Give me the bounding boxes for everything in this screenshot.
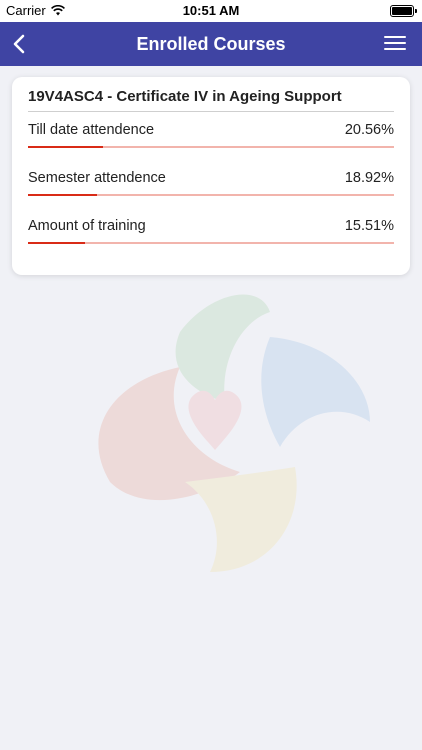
course-card[interactable]: 19V4ASC4 - Certificate IV in Ageing Supp… bbox=[12, 77, 410, 275]
hamburger-icon-line bbox=[384, 36, 406, 38]
status-bar: Carrier 10:51 AM bbox=[0, 0, 422, 22]
stat-value: 18.92% bbox=[344, 170, 394, 186]
hamburger-icon-line bbox=[384, 42, 406, 44]
progress-track bbox=[28, 146, 394, 148]
stat-row-semester: Semester attendence 18.92% bbox=[28, 170, 394, 210]
stat-value: 15.51% bbox=[344, 218, 394, 234]
progress-track bbox=[28, 242, 394, 244]
progress-fill bbox=[28, 146, 104, 148]
logo-watermark bbox=[98, 294, 370, 572]
stat-label: Till date attendence bbox=[28, 122, 155, 138]
progress-track bbox=[28, 194, 394, 196]
status-time: 10:51 AM bbox=[182, 3, 240, 18]
progress-fill bbox=[28, 242, 85, 244]
stat-row-training: Amount of training 15.51% bbox=[28, 218, 394, 258]
battery-icon bbox=[390, 5, 417, 17]
hamburger-icon-line bbox=[384, 48, 406, 50]
menu-button[interactable] bbox=[384, 36, 406, 52]
page-title: Enrolled Courses bbox=[136, 34, 286, 54]
back-button[interactable] bbox=[6, 30, 34, 58]
chevron-left-icon bbox=[13, 34, 25, 54]
stat-row-till-date: Till date attendence 20.56% bbox=[28, 122, 394, 162]
stat-label: Semester attendence bbox=[28, 170, 166, 186]
stat-label: Amount of training bbox=[28, 218, 146, 234]
stat-value: 20.56% bbox=[344, 122, 394, 138]
title-divider bbox=[28, 111, 394, 112]
course-title: 19V4ASC4 - Certificate IV in Ageing Supp… bbox=[28, 88, 342, 105]
nav-bar: Enrolled Courses bbox=[0, 22, 422, 66]
progress-fill bbox=[28, 194, 98, 196]
